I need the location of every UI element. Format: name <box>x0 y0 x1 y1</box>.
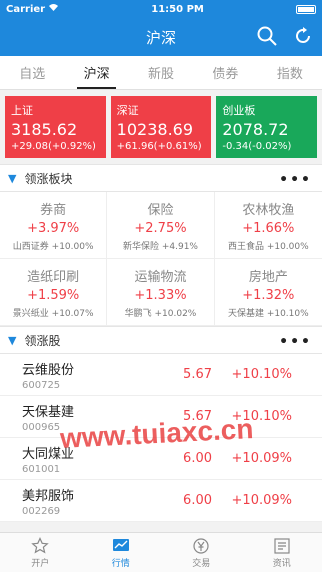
sectors-title: 领涨板块 <box>24 171 73 186</box>
sector-name: 保险 <box>147 202 174 218</box>
tab-indices[interactable]: 指数 <box>258 56 322 89</box>
status-left: Carrier <box>6 3 59 15</box>
carrier-label: Carrier <box>6 3 46 15</box>
sector-pct: +2.75% <box>134 220 187 236</box>
nav-quotes[interactable]: 行情 <box>81 533 162 572</box>
index-name: 创业板 <box>222 104 256 117</box>
stock-row[interactable]: 美邦服饰 002269 6.00 +10.09% <box>0 480 322 522</box>
stock-name: 大同煤业 <box>22 446 75 462</box>
page-title: 沪深 <box>145 28 176 47</box>
index-change: +29.08(+0.92%) <box>11 141 96 152</box>
nav-label: 资讯 <box>272 558 291 569</box>
stock-row[interactable]: 云维股份 600725 5.67 +10.10% <box>0 354 322 396</box>
sector-cell[interactable]: 保险 +2.75% 新华保险 +4.91% <box>107 192 215 259</box>
sector-leader: 天保基建 +10.10% <box>227 308 309 319</box>
stock-code: 600725 <box>22 379 61 391</box>
stock-code: 002269 <box>22 505 61 517</box>
bottom-nav: 开户 行情 交易 资讯 <box>0 532 322 572</box>
sector-leader: 山西证券 +10.00% <box>12 241 94 252</box>
sector-cell[interactable]: 运输物流 +1.33% 华鹏飞 +10.02% <box>107 259 215 326</box>
stock-code: 601001 <box>22 463 61 475</box>
status-bar: Carrier 11:50 PM <box>0 0 322 18</box>
stock-change: +10.09% <box>231 451 292 466</box>
stock-price: 6.00 <box>183 451 212 466</box>
nav-label: 开户 <box>31 558 50 569</box>
stock-price: 5.67 <box>183 409 212 424</box>
sector-leader: 华鹏飞 +10.02% <box>124 308 197 319</box>
sector-cell[interactable]: 造纸印刷 +1.59% 景兴纸业 +10.07% <box>0 259 108 326</box>
stock-change: +10.09% <box>231 493 292 508</box>
refresh-icon[interactable] <box>292 25 314 51</box>
stock-price: 6.00 <box>183 493 212 508</box>
sector-pct: +1.32% <box>242 287 295 303</box>
sector-leader: 西王食品 +10.00% <box>227 241 309 252</box>
star-icon <box>31 536 49 554</box>
nav-news[interactable]: 资讯 <box>242 533 322 572</box>
nav-label: 交易 <box>192 558 211 569</box>
stock-change: +10.10% <box>231 367 292 382</box>
chevron-down-icon: ▼ <box>8 333 17 347</box>
news-icon <box>274 537 290 554</box>
stock-row[interactable]: 大同煤业 601001 6.00 +10.09% <box>0 438 322 480</box>
sector-name: 农林牧渔 <box>242 202 295 218</box>
sector-pct: +1.59% <box>27 287 80 303</box>
index-value: 3185.62 <box>11 120 78 139</box>
index-card-shenzhen[interactable]: 深证 10238.69 +61.96(+0.61%) <box>110 96 212 158</box>
sector-cell[interactable]: 房地产 +1.32% 天保基建 +10.10% <box>214 259 322 326</box>
market-tabs: 自选 沪深 新股 债券 指数 <box>0 56 322 90</box>
index-card-chinext[interactable]: 创业板 2078.72 -0.34(-0.02%) <box>216 96 318 158</box>
nav-label: 行情 <box>111 558 130 569</box>
sector-cell[interactable]: 券商 +3.97% 山西证券 +10.00% <box>0 192 108 259</box>
tab-shanghai-shenzhen[interactable]: 沪深 <box>64 56 128 89</box>
nav-trade[interactable]: 交易 <box>161 533 242 572</box>
stock-name: 云维股份 <box>22 362 75 378</box>
sector-name: 运输物流 <box>134 269 187 285</box>
index-name: 上证 <box>11 104 33 117</box>
stock-code: 000965 <box>22 421 61 433</box>
index-value: 10238.69 <box>116 120 194 139</box>
sector-name: 房地产 <box>248 269 288 285</box>
more-icon[interactable]: ••• <box>279 172 312 188</box>
tab-watchlist[interactable]: 自选 <box>0 56 64 89</box>
battery-icon <box>296 4 316 14</box>
tab-bonds[interactable]: 债券 <box>193 56 257 89</box>
sector-cell[interactable]: 农林牧渔 +1.66% 西王食品 +10.00% <box>214 192 322 259</box>
stock-name: 天保基建 <box>22 404 75 420</box>
index-change: -0.34(-0.02%) <box>222 141 292 152</box>
index-cards: 上证 3185.62 +29.08(+0.92%) 深证 10238.69 +6… <box>0 90 322 164</box>
index-change: +61.96(+0.61%) <box>116 141 202 152</box>
sector-pct: +3.97% <box>27 220 80 236</box>
stock-price: 5.67 <box>183 367 212 382</box>
tab-new-stocks[interactable]: 新股 <box>129 56 193 89</box>
sector-name: 券商 <box>40 202 67 218</box>
stock-change: +10.10% <box>231 409 292 424</box>
chart-icon <box>112 538 129 551</box>
sector-leader: 景兴纸业 +10.07% <box>12 308 94 319</box>
more-icon[interactable]: ••• <box>279 334 312 350</box>
index-card-shanghai[interactable]: 上证 3185.62 +29.08(+0.92%) <box>5 96 106 158</box>
sector-pct: +1.33% <box>134 287 187 303</box>
clock: 11:50 PM <box>151 3 204 15</box>
nav-open-account[interactable]: 开户 <box>0 533 81 572</box>
sector-pct: +1.66% <box>242 220 295 236</box>
sector-leader: 新华保险 +4.91% <box>122 241 198 252</box>
sectors-header[interactable]: ▼ 领涨板块 ••• <box>0 164 322 192</box>
stocks-header[interactable]: ▼ 领涨股 ••• <box>0 326 322 354</box>
search-icon[interactable] <box>256 25 278 51</box>
stock-name: 美邦服饰 <box>22 488 75 504</box>
index-name: 深证 <box>116 104 139 117</box>
yuan-coin-icon <box>193 537 209 554</box>
chevron-down-icon: ▼ <box>8 171 17 185</box>
nav-bar: 沪深 <box>0 18 322 56</box>
sector-grid: 券商 +3.97% 山西证券 +10.00% 保险 +2.75% 新华保险 +4… <box>0 192 322 326</box>
stocks-title: 领涨股 <box>24 333 61 348</box>
wifi-icon <box>48 3 59 15</box>
index-value: 2078.72 <box>222 120 289 139</box>
stock-list: 云维股份 600725 5.67 +10.10% 天保基建 000965 5.6… <box>0 354 322 522</box>
sector-name: 造纸印刷 <box>27 269 80 285</box>
stock-row[interactable]: 天保基建 000965 5.67 +10.10% <box>0 396 322 438</box>
